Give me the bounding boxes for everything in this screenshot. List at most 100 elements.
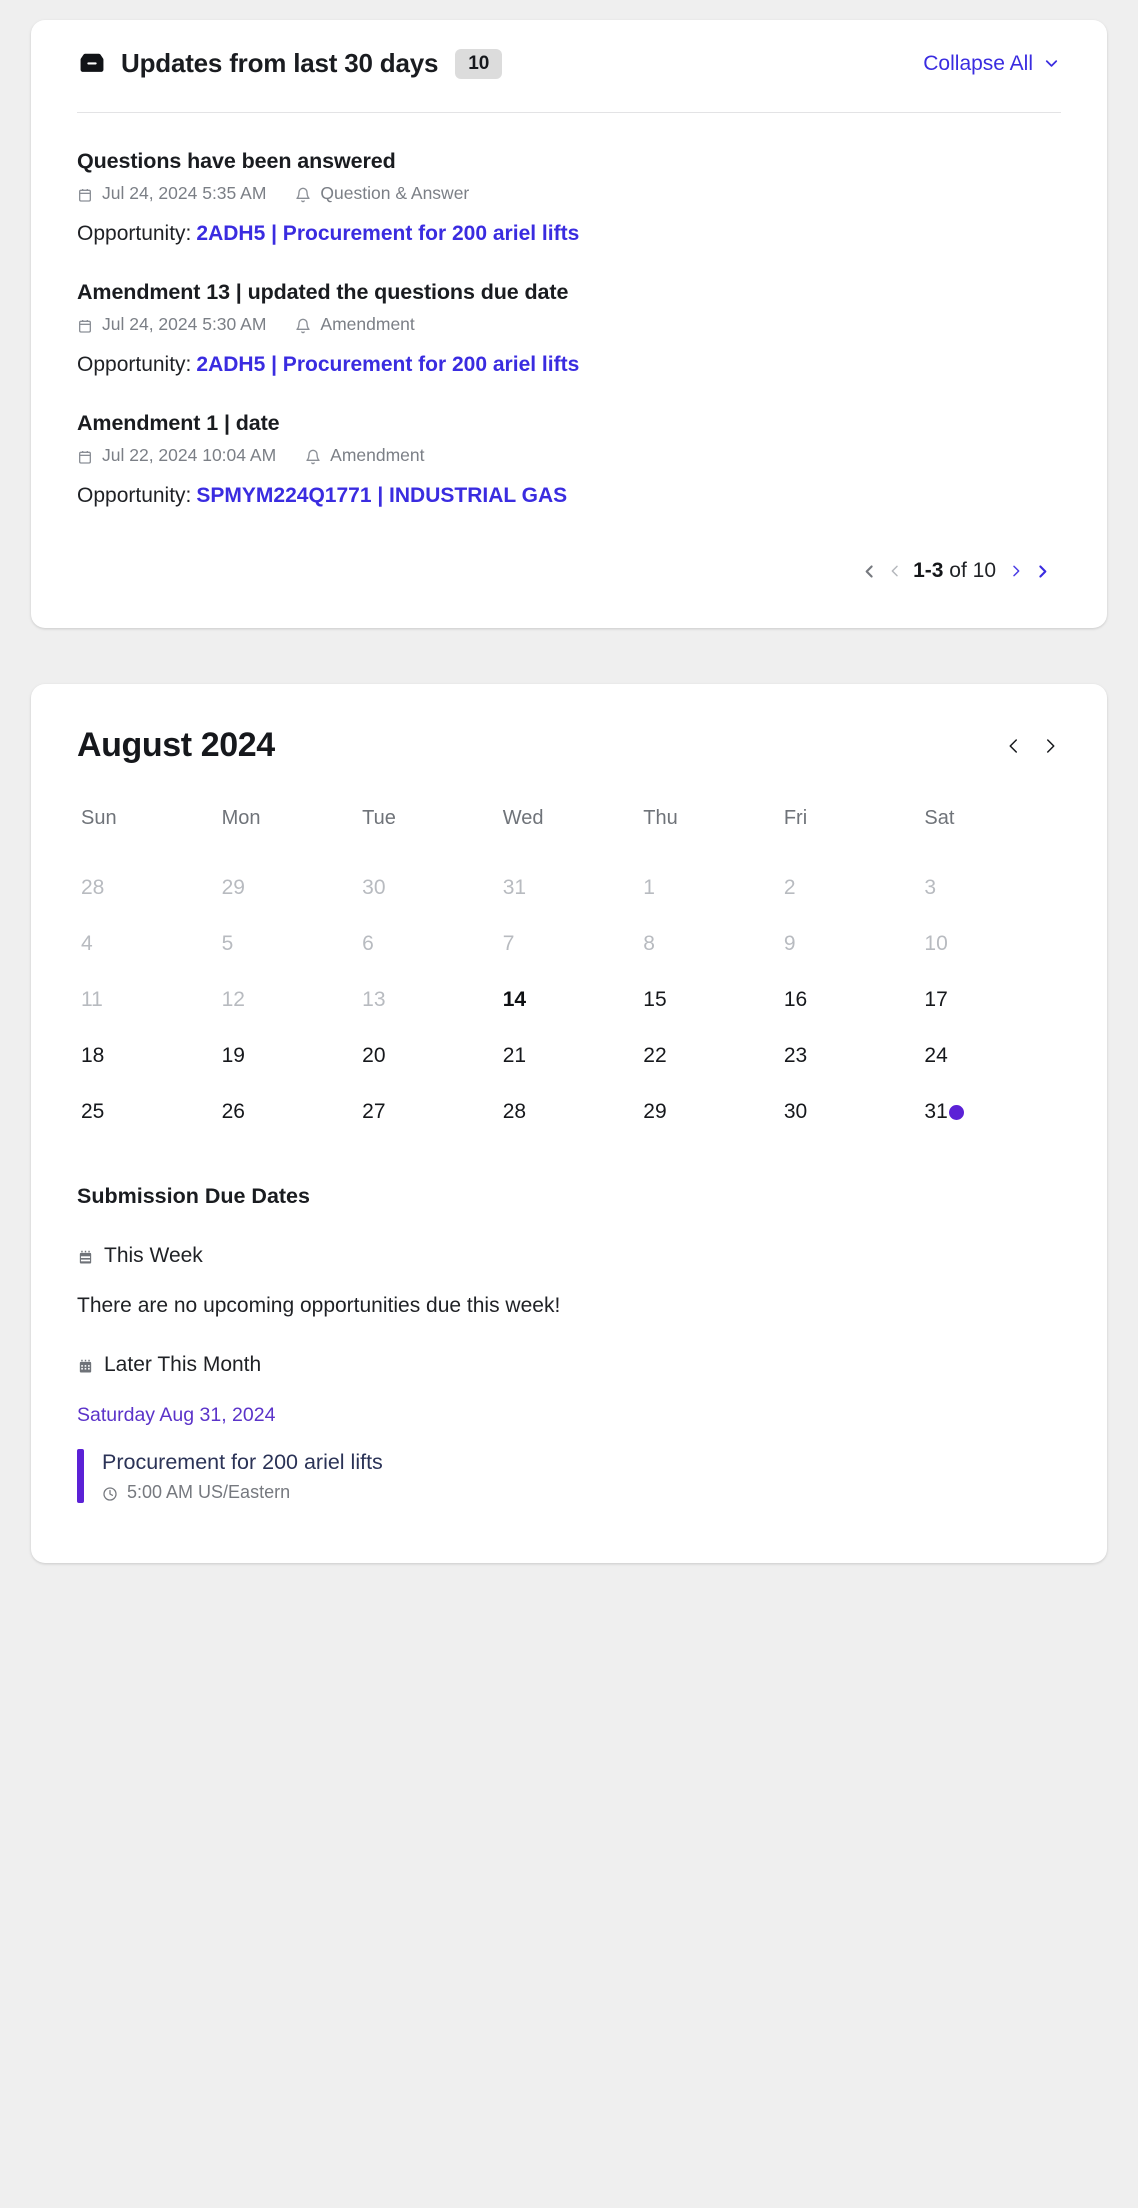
calendar-day-cell[interactable]: 4 xyxy=(77,916,218,972)
calendar-day-cell[interactable]: 2 xyxy=(780,860,921,916)
calendar-panel: August 2024 Sun Mon Tue Wed Thu Fri Sat 28 29 30 3… xyxy=(31,684,1107,1563)
event-body: Procurement for 200 ariel lifts 5:00 AM … xyxy=(102,1449,383,1503)
calendar-day-header: Tue xyxy=(362,807,396,829)
update-item[interactable]: Questions have been answered Jul 24, 202… xyxy=(77,113,1061,246)
calendar-day-header: Thu xyxy=(643,807,678,829)
calendar-day-cell[interactable]: 27 xyxy=(358,1084,499,1140)
this-week-label: This Week xyxy=(104,1244,203,1267)
calendar-day-cell[interactable]: 23 xyxy=(780,1028,921,1084)
calendar-month-title: August 2024 xyxy=(77,726,275,764)
calendar-day-cell[interactable]: 5 xyxy=(218,916,359,972)
calendar-event-dot xyxy=(948,1104,964,1120)
update-type: Amendment xyxy=(330,445,425,465)
calendar-day-cell[interactable]: 15 xyxy=(639,972,780,1028)
update-heading: Questions have been answered xyxy=(77,149,396,173)
calendar-day-number: 11 xyxy=(81,988,103,1011)
calendar-day-cell[interactable]: 8 xyxy=(639,916,780,972)
event-time-row: 5:00 AM US/Eastern xyxy=(102,1482,383,1503)
calendar-day-cell[interactable]: 25 xyxy=(77,1084,218,1140)
pagination-next-button[interactable] xyxy=(1003,556,1029,586)
pagination-prev-button[interactable] xyxy=(882,556,908,586)
event-item[interactable]: Procurement for 200 ariel lifts 5:00 AM … xyxy=(77,1449,1061,1503)
pagination-first-button[interactable] xyxy=(856,556,882,586)
calendar-day-cell[interactable]: 28 xyxy=(77,860,218,916)
calendar-day-header: Fri xyxy=(783,807,808,829)
calendar-prev-month-button[interactable] xyxy=(1003,731,1025,761)
calendar-day-cell[interactable]: 30 xyxy=(780,1084,921,1140)
calendar-day-cell[interactable]: 12 xyxy=(218,972,359,1028)
collapse-all-button[interactable]: Collapse All xyxy=(923,52,1061,76)
updates-panel: Updates from last 30 days 10 Collapse Al… xyxy=(31,20,1107,628)
this-week-empty-message: There are no upcoming opportunities due … xyxy=(77,1294,561,1317)
calendar-day-number: 19 xyxy=(221,1044,245,1067)
opportunity-link[interactable]: SPMYM224Q1771 | INDUSTRIAL GAS xyxy=(196,484,567,507)
calendar-day-cell[interactable]: 28 xyxy=(499,1084,640,1140)
update-item[interactable]: Amendment 1 | date Jul 22, 2024 10:04 AM… xyxy=(77,377,1061,508)
calendar-day-cell[interactable]: 18 xyxy=(77,1028,218,1084)
calendar-day-cell[interactable]: 29 xyxy=(218,860,359,916)
update-item[interactable]: Amendment 13 | updated the questions due… xyxy=(77,246,1061,377)
update-date: Jul 24, 2024 5:30 AM xyxy=(102,314,267,334)
pagination: 1-3 of 10 xyxy=(31,508,1107,620)
calendar-day-cell[interactable]: 22 xyxy=(639,1028,780,1084)
calendar-day-number: 5 xyxy=(221,932,234,955)
update-heading: Amendment 13 | updated the questions due… xyxy=(77,280,569,304)
calendar-day-cell[interactable]: 16 xyxy=(780,972,921,1028)
opportunity-link[interactable]: 2ADH5 | Procurement for 200 ariel lifts xyxy=(196,353,579,376)
opportunity-label: Opportunity: xyxy=(77,222,192,245)
calendar-day-cell[interactable]: 10 xyxy=(920,916,1061,972)
calendar-day-cell[interactable]: 30 xyxy=(358,860,499,916)
updates-count-badge: 10 xyxy=(455,48,503,79)
calendar-day-cell[interactable]: 1 xyxy=(639,860,780,916)
calendar-day-cell[interactable]: 3 xyxy=(920,860,1061,916)
calendar-next-month-button[interactable] xyxy=(1039,731,1061,761)
collapse-all-label: Collapse All xyxy=(923,51,1033,75)
event-time: 5:00 AM US/Eastern xyxy=(127,1482,291,1502)
opportunity-label: Opportunity: xyxy=(77,484,192,507)
calendar-day-number: 20 xyxy=(362,1044,386,1067)
calendar-day-cell[interactable]: 31 xyxy=(499,860,640,916)
calendar-day-cell[interactable]: 7 xyxy=(499,916,640,972)
calendar-day-number: 26 xyxy=(221,1100,245,1123)
calendar-day-number: 1 xyxy=(643,876,655,899)
page-title: Updates from last 30 days xyxy=(121,48,439,78)
updates-list: Questions have been answered Jul 24, 202… xyxy=(31,113,1107,508)
calendar-header: August 2024 xyxy=(77,726,1061,765)
calendar-month-icon xyxy=(77,1358,94,1375)
calendar-day-number: 14 xyxy=(502,988,527,1011)
calendar-day-cell[interactable]: 26 xyxy=(218,1084,359,1140)
bell-icon xyxy=(305,449,321,465)
updates-header: Updates from last 30 days 10 Collapse Al… xyxy=(31,20,1107,79)
calendar-day-number: 24 xyxy=(924,1044,948,1067)
calendar-day-number: 21 xyxy=(502,1044,527,1067)
later-this-month-group: Later This Month Saturday Aug 31, 2024 P… xyxy=(77,1353,1061,1503)
calendar-day-number: 27 xyxy=(362,1100,386,1123)
calendar-day-cell[interactable]: 9 xyxy=(780,916,921,972)
calendar-day-cell[interactable]: 6 xyxy=(358,916,499,972)
bell-icon xyxy=(295,187,311,203)
pagination-last-button[interactable] xyxy=(1029,556,1055,586)
update-opportunity: Opportunity: SPMYM224Q1771 | INDUSTRIAL G… xyxy=(77,484,1061,508)
later-this-month-label: Later This Month xyxy=(104,1353,262,1376)
calendar-day-cell[interactable]: 24 xyxy=(920,1028,1061,1084)
this-week-header: This Week xyxy=(77,1244,1061,1268)
calendar-day-number: 22 xyxy=(643,1044,667,1067)
calendar-day-cell[interactable]: 21 xyxy=(499,1028,640,1084)
opportunity-link[interactable]: 2ADH5 | Procurement for 200 ariel lifts xyxy=(196,222,579,245)
opportunity-label: Opportunity: xyxy=(77,353,192,376)
pagination-total: of 10 xyxy=(943,559,996,582)
calendar-day-cell[interactable]: 17 xyxy=(920,972,1061,1028)
calendar-day-cell[interactable]: 29 xyxy=(639,1084,780,1140)
chevron-down-icon xyxy=(1042,54,1061,73)
calendar-day-number: 30 xyxy=(362,876,386,899)
calendar-day-cell[interactable]: 11 xyxy=(77,972,218,1028)
calendar-day-number: 4 xyxy=(81,932,93,955)
calendar-day-number: 13 xyxy=(362,988,386,1011)
calendar-day-cell[interactable]: 31 xyxy=(920,1084,1061,1140)
calendar-day-cell[interactable]: 19 xyxy=(218,1028,359,1084)
calendar-day-cell[interactable]: 13 xyxy=(358,972,499,1028)
bell-icon xyxy=(295,318,311,334)
calendar-day-number: 30 xyxy=(783,1100,808,1123)
calendar-day-cell[interactable]: 14 xyxy=(499,972,640,1028)
calendar-day-cell[interactable]: 20 xyxy=(358,1028,499,1084)
